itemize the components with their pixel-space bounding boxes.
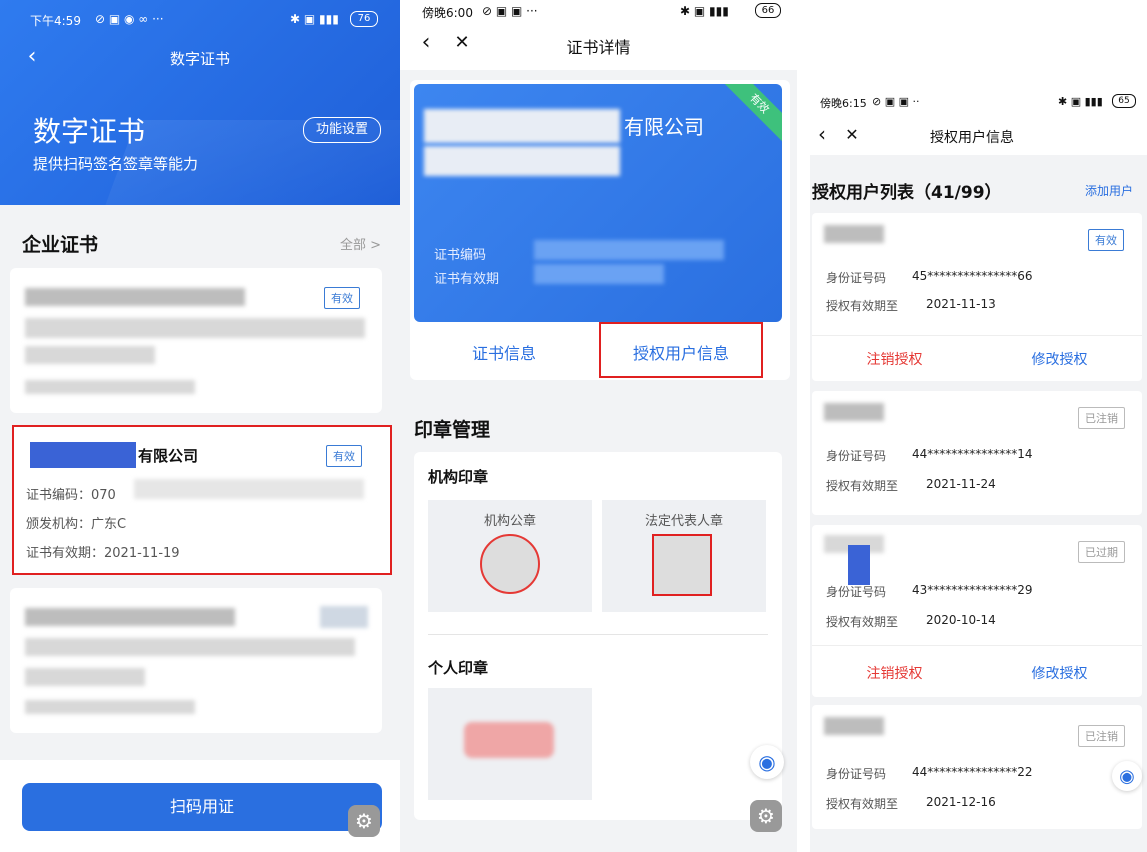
back-icon[interactable]: ‹: [814, 122, 830, 146]
id-number: 44***************22: [912, 765, 1033, 779]
valid-date: 2021-11-24: [926, 477, 996, 491]
status-icons-left: ⊘ ▣ ◉ ∞ ···: [95, 12, 164, 26]
status-badge: 有效: [324, 287, 360, 309]
id-label: 身份证号码: [826, 585, 887, 599]
battery-indicator: 76: [350, 11, 378, 27]
cert-card-2[interactable]: 有限公司 有效 证书编码：070 颁发机构：广东C 证书有效期：2021-11-…: [12, 425, 392, 575]
status-badge: 已注销: [1078, 407, 1125, 429]
user-card: 已注销 身份证号码 44***************14 授权有效期至 202…: [812, 391, 1142, 515]
modify-button[interactable]: 修改授权: [977, 349, 1142, 369]
valid-date: 2020-10-14: [926, 613, 996, 627]
org-seal-title: 机构印章: [428, 468, 489, 486]
valid-ribbon: 有效: [720, 84, 782, 143]
personal-seal-title: 个人印章: [428, 659, 489, 677]
gear-icon[interactable]: ⚙: [750, 800, 782, 832]
id-number: 43***************29: [912, 583, 1033, 597]
cert-code: 证书编码：070: [26, 488, 116, 503]
gear-icon[interactable]: ⚙: [348, 805, 380, 837]
seal-image: [652, 534, 712, 596]
user-card: 有效 身份证号码 45***************66 授权有效期至 2021…: [812, 213, 1142, 381]
status-icons-left: ⊘ ▣ ▣ ···: [482, 4, 538, 18]
cert-card-1[interactable]: 有效: [10, 268, 382, 413]
cert-validity-label: 证书有效期: [434, 272, 500, 287]
assistant-icon[interactable]: ◉: [1112, 761, 1142, 791]
battery-indicator: 65: [1112, 94, 1136, 108]
header-title: 证书详情: [566, 38, 631, 57]
id-label: 身份证号码: [826, 449, 887, 463]
user-card: 已注销 身份证号码 44***************22 授权有效期至 202…: [812, 705, 1142, 829]
modify-button[interactable]: 修改授权: [977, 663, 1142, 683]
valid-label: 授权有效期至: [826, 615, 899, 629]
screen-digital-certificate: 下午4:59 ⊘ ▣ ◉ ∞ ··· ✱ ▣ ▮▮▮ 76 ‹ 数字证书 数字证…: [0, 0, 400, 852]
user-card: 已过期 身份证号码 43***************29 授权有效期至 202…: [812, 525, 1142, 697]
list-title: 授权用户列表（41/99）: [812, 183, 1002, 203]
divider: [812, 645, 1142, 646]
redacted-block: [848, 545, 870, 585]
org-seal-item-1[interactable]: 机构公章: [428, 500, 592, 612]
status-icons-right: ✱ ▣ ▮▮▮: [290, 12, 339, 26]
revoke-button[interactable]: 注销授权: [812, 663, 977, 683]
view-all-link[interactable]: 全部 >: [340, 234, 381, 253]
status-time: 傍晚6:15: [820, 97, 867, 110]
cert-validity: 证书有效期：2021-11-19: [26, 546, 180, 561]
tab-auth-users[interactable]: 授权用户信息: [599, 340, 763, 364]
hero-title: 数字证书: [33, 115, 146, 148]
tab-cert-info[interactable]: 证书信息: [414, 340, 594, 364]
section-title: 企业证书: [22, 234, 99, 256]
assistant-icon[interactable]: ◉: [750, 745, 784, 779]
status-badge: 已过期: [1078, 541, 1125, 563]
status-icons-right: ✱ ▣ ▮▮▮: [680, 4, 729, 18]
valid-label: 授权有效期至: [826, 797, 899, 811]
cert-issuer: 颁发机构：广东C: [26, 517, 127, 532]
valid-date: 2021-11-13: [926, 297, 996, 311]
close-icon[interactable]: ✕: [844, 123, 860, 145]
function-settings-button[interactable]: 功能设置: [303, 117, 381, 143]
divider: [428, 634, 768, 635]
company-name: 有限公司: [624, 115, 704, 139]
status-time: 傍晚6:00: [422, 6, 473, 20]
valid-label: 授权有效期至: [826, 299, 899, 313]
org-seal-item-2[interactable]: 法定代表人章: [602, 500, 766, 612]
status-time: 下午4:59: [30, 14, 81, 28]
header-title: 数字证书: [169, 50, 230, 68]
company-name: 有限公司: [138, 447, 199, 465]
hero-subtitle: 提供扫码签名签章等能力: [33, 155, 199, 173]
cert-code-label: 证书编码: [434, 248, 487, 263]
status-icons-left: ⊘ ▣ ▣ ··: [872, 95, 920, 108]
seal-label: 机构公章: [483, 514, 536, 529]
seal-section-title: 印章管理: [414, 419, 491, 441]
seal-label: 法定代表人章: [644, 514, 723, 529]
revoke-button[interactable]: 注销授权: [812, 349, 977, 369]
seal-image: [480, 534, 540, 594]
id-label: 身份证号码: [826, 271, 887, 285]
status-icons-right: ✱ ▣ ▮▮▮: [1058, 95, 1103, 108]
valid-label: 授权有效期至: [826, 479, 899, 493]
cert-blue-card: 有效 有限公司 证书编码 证书有效期: [414, 84, 782, 322]
id-label: 身份证号码: [826, 767, 887, 781]
valid-date: 2021-12-16: [926, 795, 996, 809]
id-number: 44***************14: [912, 447, 1033, 461]
add-user-link[interactable]: 添加用户: [1085, 182, 1133, 199]
header-title: 授权用户信息: [930, 130, 1014, 146]
personal-seal-item[interactable]: [428, 688, 592, 800]
status-badge: 已注销: [1078, 725, 1125, 747]
battery-indicator: 66: [755, 3, 781, 18]
screen-auth-users: 傍晚6:15 ⊘ ▣ ▣ ·· ✱ ▣ ▮▮▮ 65 ‹ ✕ 授权用户信息 授权…: [810, 85, 1147, 852]
scan-code-button[interactable]: 扫码用证: [22, 783, 382, 831]
seal-card: 机构印章 机构公章 法定代表人章 个人印章: [414, 452, 782, 820]
id-number: 45***************66: [912, 269, 1033, 283]
status-badge: 有效: [1088, 229, 1124, 251]
cert-card-3[interactable]: [10, 588, 382, 733]
divider: [812, 335, 1142, 336]
status-badge: 有效: [326, 445, 362, 467]
screen-cert-detail: 傍晚6:00 ⊘ ▣ ▣ ··· ✱ ▣ ▮▮▮ 66 ‹ ✕ 证书详情 有效 …: [400, 0, 797, 852]
redacted-block: [30, 442, 136, 468]
